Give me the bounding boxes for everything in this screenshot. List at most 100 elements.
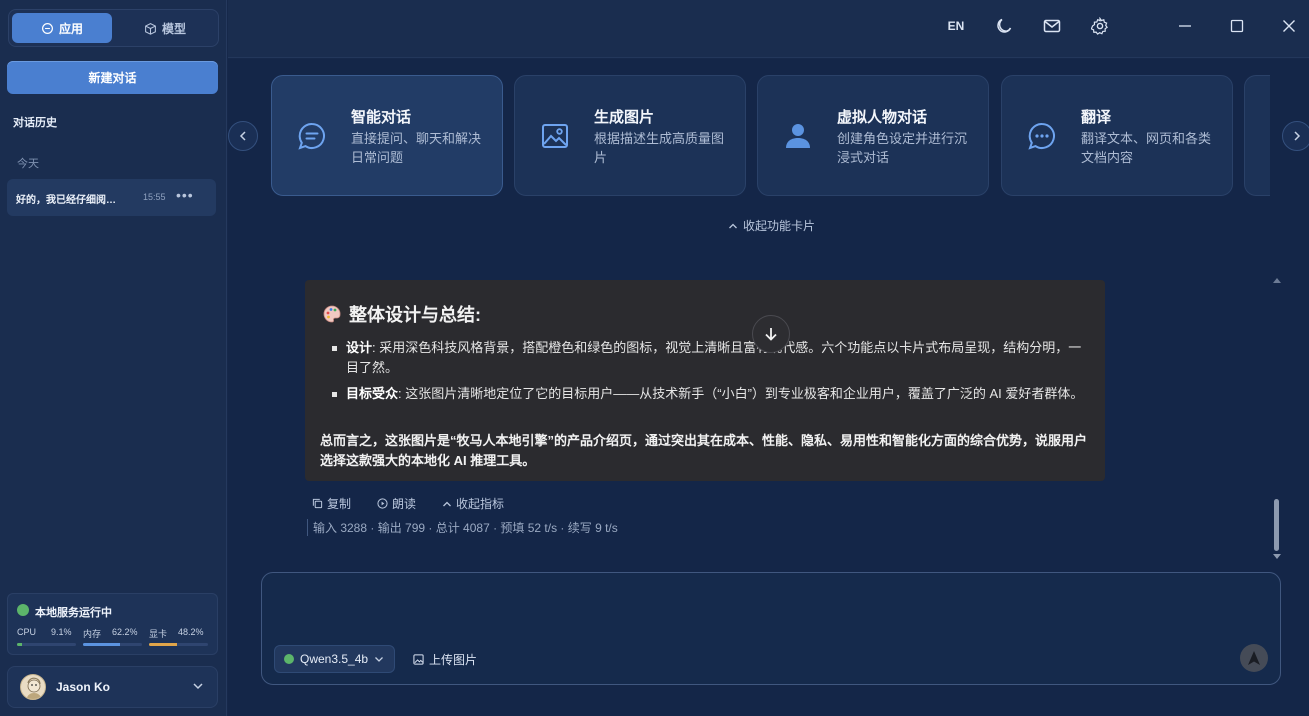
arrow-down-icon — [765, 328, 777, 341]
collapse-cards-label: 收起功能卡片 — [743, 219, 816, 233]
image-icon — [542, 124, 568, 148]
card-desc: 翻译文本、网页和各类文档内容 — [1081, 131, 1212, 165]
card-image-gen[interactable]: 生成图片 根据描述生成高质量图片 — [514, 75, 746, 196]
message-list-item: 设计: 采用深色科技风格背景，搭配橙色和绿色的图标，视觉上清晰且富有现代感。六个… — [332, 338, 1086, 378]
cpu-label: CPU — [17, 627, 37, 637]
item-term: 目标受众 — [346, 386, 399, 401]
message-summary: 总而言之，这张图片是“牧马人本地引擎”的产品介绍页，通过突出其在成本、性能、隐私… — [320, 433, 1088, 468]
token-stats: 输入 3288 · 输出 799 · 总计 4087 · 预填 52 t/s ·… — [307, 519, 618, 536]
card-desc: 创建角色设定并进行沉浸式对话 — [837, 131, 968, 165]
model-selector[interactable]: Qwen3.5_4b — [274, 645, 395, 673]
card-title: 智能对话 — [351, 109, 412, 126]
composer: Qwen3.5_4b 上传图片 — [261, 572, 1281, 685]
cube-icon — [145, 22, 156, 35]
chat-icon — [298, 122, 325, 150]
gear-icon — [1091, 17, 1108, 35]
assistant-message: 整体设计与总结: 设计: 采用深色科技风格背景，搭配橙色和绿色的图标，视觉上清晰… — [305, 280, 1105, 481]
conversation-time: 15:55 — [143, 192, 166, 202]
model-status-dot — [284, 654, 294, 664]
translate-chat-icon — [1028, 122, 1055, 150]
chevron-left-icon — [239, 131, 246, 141]
user-name: Jason Ko — [56, 680, 111, 694]
cards-next-button[interactable] — [1282, 121, 1309, 151]
memory-value: 62.2% — [112, 627, 138, 637]
memory-bar — [83, 643, 142, 646]
minimize-button[interactable] — [1174, 16, 1196, 36]
copy-label: 复制 — [327, 497, 352, 511]
scroll-down-arrow-icon[interactable] — [1273, 554, 1281, 560]
card-smart-chat[interactable]: 智能对话 直接提问、聊天和解决日常问题 — [271, 75, 503, 196]
gpu-bar — [149, 643, 208, 646]
scroll-to-bottom-button[interactable] — [752, 315, 790, 353]
close-icon — [1283, 20, 1295, 32]
status-dot — [17, 604, 29, 616]
send-arrow-icon — [1248, 651, 1260, 665]
minimize-icon — [1179, 25, 1191, 27]
message-input[interactable] — [276, 585, 1236, 635]
card-translate[interactable]: 翻译 翻译文本、网页和各类文档内容 — [1001, 75, 1233, 196]
cpu-stat: CPU 9.1% — [17, 627, 72, 637]
send-button[interactable] — [1240, 644, 1268, 672]
mail-button[interactable] — [1041, 16, 1063, 36]
history-title: 对话历史 — [13, 117, 57, 129]
mail-icon — [1043, 19, 1061, 33]
maximize-icon — [1230, 19, 1244, 33]
cards-prev-button[interactable] — [228, 121, 258, 151]
person-icon — [786, 124, 810, 148]
scroll-up-arrow-icon[interactable] — [1273, 277, 1281, 283]
settings-button[interactable] — [1089, 16, 1111, 36]
play-circle-icon — [377, 498, 388, 509]
message-list-item: 目标受众: 这张图片清晰地定位了它的目标用户——从技术新手（“小白”）到专业极客… — [332, 384, 1086, 404]
tab-apps-label: 应用 — [58, 21, 83, 36]
service-status-panel: 本地服务运行中 CPU 9.1% 内存 62.2% 显卡 48.2% — [7, 593, 218, 655]
message-heading-text: 整体设计与总结: — [349, 305, 481, 325]
chevron-down-icon — [193, 683, 203, 690]
chevron-down-icon — [375, 657, 384, 662]
language-toggle[interactable]: EN — [944, 16, 968, 36]
mode-switch: 应用 模型 — [8, 9, 219, 47]
close-button[interactable] — [1278, 16, 1300, 36]
card-partial[interactable] — [1244, 75, 1270, 196]
read-aloud-button[interactable]: 朗读 — [377, 495, 416, 512]
collapse-metrics-button[interactable]: 收起指标 — [442, 495, 504, 512]
memory-stat: 内存 62.2% — [83, 627, 138, 640]
conversation-title: 好的，我已经仔细阅… — [16, 195, 116, 206]
collapse-cards-button[interactable]: 收起功能卡片 — [728, 217, 815, 234]
conversation-item[interactable]: 好的，我已经仔细阅… 15:55 ••• — [7, 179, 216, 216]
scrollbar-thumb[interactable] — [1274, 499, 1279, 551]
chevron-up-icon — [729, 223, 737, 228]
upload-image-label: 上传图片 — [429, 653, 478, 667]
tab-apps[interactable]: 应用 — [12, 13, 112, 43]
item-text: : 这张图片清晰地定位了它的目标用户——从技术新手（“小白”）到专业极客和企业用… — [398, 386, 1084, 401]
upload-image-button[interactable]: 上传图片 — [413, 651, 477, 668]
card-desc: 根据描述生成高质量图片 — [594, 131, 725, 165]
user-menu[interactable]: Jason Ko — [7, 666, 218, 708]
chevron-right-icon — [1294, 131, 1301, 141]
card-virtual-character[interactable]: 虚拟人物对话 创建角色设定并进行沉浸式对话 — [757, 75, 989, 196]
tab-models[interactable]: 模型 — [115, 13, 215, 43]
memory-label: 内存 — [83, 629, 102, 639]
card-title: 生成图片 — [594, 109, 655, 126]
theme-toggle[interactable] — [993, 16, 1015, 36]
image-upload-icon — [413, 654, 424, 665]
gpu-value: 48.2% — [178, 627, 204, 637]
sidebar: 应用 模型 新建对话 对话历史 今天 好的，我已经仔细阅… 15:55 ••• … — [0, 0, 227, 716]
copy-icon — [312, 498, 323, 509]
card-title: 翻译 — [1081, 109, 1112, 126]
maximize-button[interactable] — [1226, 16, 1248, 36]
avatar — [20, 674, 46, 700]
cpu-bar-fill — [17, 643, 23, 646]
collapse-metrics-label: 收起指标 — [456, 497, 505, 511]
gpu-bar-fill — [149, 643, 178, 646]
service-status-title: 本地服务运行中 — [35, 607, 112, 619]
message-heading: 整体设计与总结: — [322, 301, 481, 327]
copy-button[interactable]: 复制 — [312, 495, 351, 512]
card-desc: 直接提问、聊天和解决日常问题 — [351, 131, 482, 165]
more-options-icon[interactable]: ••• — [176, 187, 194, 203]
new-chat-button[interactable]: 新建对话 — [7, 61, 218, 94]
palette-icon — [323, 305, 341, 323]
item-term: 设计 — [346, 340, 373, 355]
card-title: 虚拟人物对话 — [837, 109, 928, 126]
read-aloud-label: 朗读 — [392, 497, 417, 511]
moon-icon — [997, 18, 1012, 33]
